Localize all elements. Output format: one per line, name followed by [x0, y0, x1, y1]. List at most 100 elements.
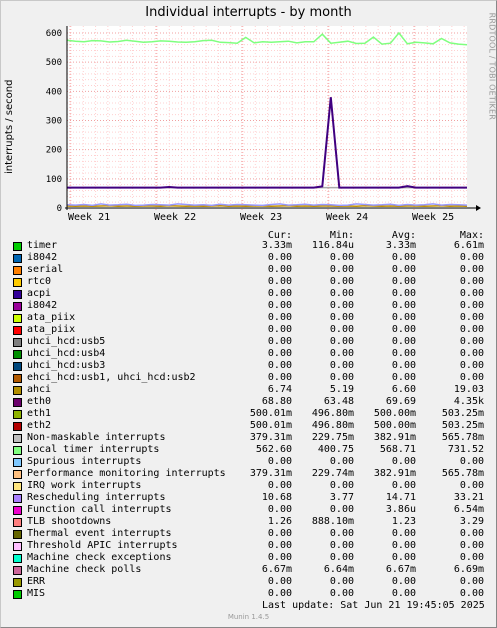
legend-row: Thermal event interrupts 0.00 0.00 0.00 0.00	[13, 528, 491, 540]
legend-row: Rescheduling interrupts 10.68 3.77 14.71 33.…	[13, 492, 491, 504]
plot-area	[67, 26, 467, 208]
legend-value-max: 33.21	[453, 492, 484, 503]
legend-value-avg: 3.86u	[385, 504, 416, 515]
legend-row: MIS 0.00 0.00 0.00 0.00	[13, 588, 491, 600]
legend-value-cur: 0.00	[267, 336, 292, 347]
legend-value-min: 888.10m	[311, 516, 354, 527]
legend-value-min: 0.00	[329, 528, 354, 539]
legend-value-cur: 3.33m	[261, 240, 292, 251]
legend-value-min: 0.00	[329, 504, 354, 515]
legend-value-cur: 0.00	[267, 540, 292, 551]
legend-value-max: 0.00	[459, 252, 484, 263]
legend-value-min: 496.80m	[311, 420, 354, 431]
legend-name: Local timer interrupts	[27, 444, 160, 455]
legend-name: Spurious interrupts	[27, 456, 142, 467]
legend-swatch	[13, 290, 22, 299]
legend-value-cur: 0.00	[267, 312, 292, 323]
legend-name: uhci_hcd:usb3	[27, 360, 106, 371]
legend-value-cur: 379.31m	[249, 432, 292, 443]
legend-swatch	[13, 314, 22, 323]
x-tick-label: Week 23	[240, 212, 282, 223]
legend-value-avg: 382.91m	[373, 432, 416, 443]
legend-row: acpi 0.00 0.00 0.00 0.00	[13, 288, 491, 300]
legend-name: Performance monitoring interrupts	[27, 468, 226, 479]
legend-name: timer	[27, 240, 58, 251]
legend-swatch	[13, 566, 22, 575]
legend-value-min: 229.75m	[311, 432, 354, 443]
legend-name: ata_piix	[27, 312, 76, 323]
legend-value-max: 565.78m	[441, 468, 484, 479]
legend-swatch	[13, 494, 22, 503]
legend-value-min: 0.00	[329, 300, 354, 311]
legend-row: rtc0 0.00 0.00 0.00 0.00	[13, 276, 491, 288]
legend-value-avg: 0.00	[391, 312, 416, 323]
x-tick-label: Week 21	[68, 212, 110, 223]
y-tick-label: 100	[46, 175, 62, 185]
legend-value-avg: 0.00	[391, 264, 416, 275]
legend-value-max: 0.00	[459, 528, 484, 539]
legend-name: IRQ work interrupts	[27, 480, 142, 491]
legend-name: Thermal event interrupts	[27, 528, 172, 539]
legend-row: eth2 500.01m 496.80m 500.00m 503.25m	[13, 420, 491, 432]
legend-value-avg: 0.00	[391, 276, 416, 287]
legend-name: Rescheduling interrupts	[27, 492, 166, 503]
legend-swatch	[13, 386, 22, 395]
legend-row: i8042 0.00 0.00 0.00 0.00	[13, 252, 491, 264]
legend-name: ERR	[27, 576, 46, 587]
x-tick-label: Week 22	[154, 212, 196, 223]
y-tick-label: 0	[57, 204, 62, 214]
legend-value-avg: 0.00	[391, 324, 416, 335]
legend-row: serial 0.00 0.00 0.00 0.00	[13, 264, 491, 276]
legend-name: eth1	[27, 408, 52, 419]
legend-value-avg: 0.00	[391, 540, 416, 551]
legend-swatch	[13, 374, 22, 383]
legend-value-cur: 0.00	[267, 360, 292, 371]
legend-value-min: 0.00	[329, 264, 354, 275]
legend-value-cur: 0.00	[267, 276, 292, 287]
legend-value-min: 400.75	[317, 444, 354, 455]
legend-value-max: 6.69m	[453, 564, 484, 575]
legend-value-max: 0.00	[459, 480, 484, 491]
x-ticks: Week 21 Week 22 Week 23 Week 24 Week 25	[68, 212, 454, 223]
legend-value-min: 0.00	[329, 288, 354, 299]
legend-value-max: 6.54m	[453, 504, 484, 515]
legend-value-avg: 0.00	[391, 528, 416, 539]
legend-row: ata_piix 0.00 0.00 0.00 0.00	[13, 312, 491, 324]
legend-swatch	[13, 578, 22, 587]
legend-value-avg: 0.00	[391, 360, 416, 371]
legend-value-cur: 500.01m	[249, 420, 292, 431]
legend-value-min: 63.48	[323, 396, 354, 407]
legend-value-cur: 0.00	[267, 588, 292, 599]
legend-row: Spurious interrupts 0.00 0.00 0.00 0.00	[13, 456, 491, 468]
y-ticks: 0 100 200 300 400 500 600	[46, 29, 62, 214]
legend-value-cur: 0.00	[267, 456, 292, 467]
legend-value-max: 0.00	[459, 360, 484, 371]
chart-plot: 0100200300400500600 Week 21 Week 22 Week 2…	[46, 26, 481, 223]
legend-value-avg: 0.00	[391, 300, 416, 311]
legend-value-avg: 0.00	[391, 372, 416, 383]
legend-value-max: 0.00	[459, 456, 484, 467]
legend-row: ahci 6.74 5.19 6.60 19.03	[13, 384, 491, 396]
legend-value-cur: 0.00	[267, 348, 292, 359]
legend-swatch	[13, 470, 22, 479]
legend-row: uhci_hcd:usb5 0.00 0.00 0.00 0.00	[13, 336, 491, 348]
legend-value-min: 0.00	[329, 276, 354, 287]
legend-swatch	[13, 482, 22, 491]
legend-row: TLB shootdowns 1.26 888.10m 1.23 3.29	[13, 516, 491, 528]
legend-value-min: 0.00	[329, 540, 354, 551]
legend-value-min: 6.64m	[323, 564, 354, 575]
legend-value-max: 0.00	[459, 588, 484, 599]
legend-value-max: 0.00	[459, 336, 484, 347]
legend-value-max: 0.00	[459, 264, 484, 275]
legend-name: uhci_hcd:usb4	[27, 348, 106, 359]
legend-value-avg: 568.71	[379, 444, 416, 455]
legend-swatch	[13, 542, 22, 551]
legend-row: eth1 500.01m 496.80m 500.00m 503.25m	[13, 408, 491, 420]
y-tick-label: 300	[46, 117, 62, 127]
legend-name: ehci_hcd:usb1, uhci_hcd:usb2	[27, 372, 196, 383]
legend-row: Function call interrupts 0.00 0.00 3.86u 6.5…	[13, 504, 491, 516]
legend-value-avg: 0.00	[391, 288, 416, 299]
legend-value-max: 0.00	[459, 324, 484, 335]
legend-value-max: 0.00	[459, 276, 484, 287]
legend-row: Performance monitoring interrupts 379.31m…	[13, 468, 491, 480]
